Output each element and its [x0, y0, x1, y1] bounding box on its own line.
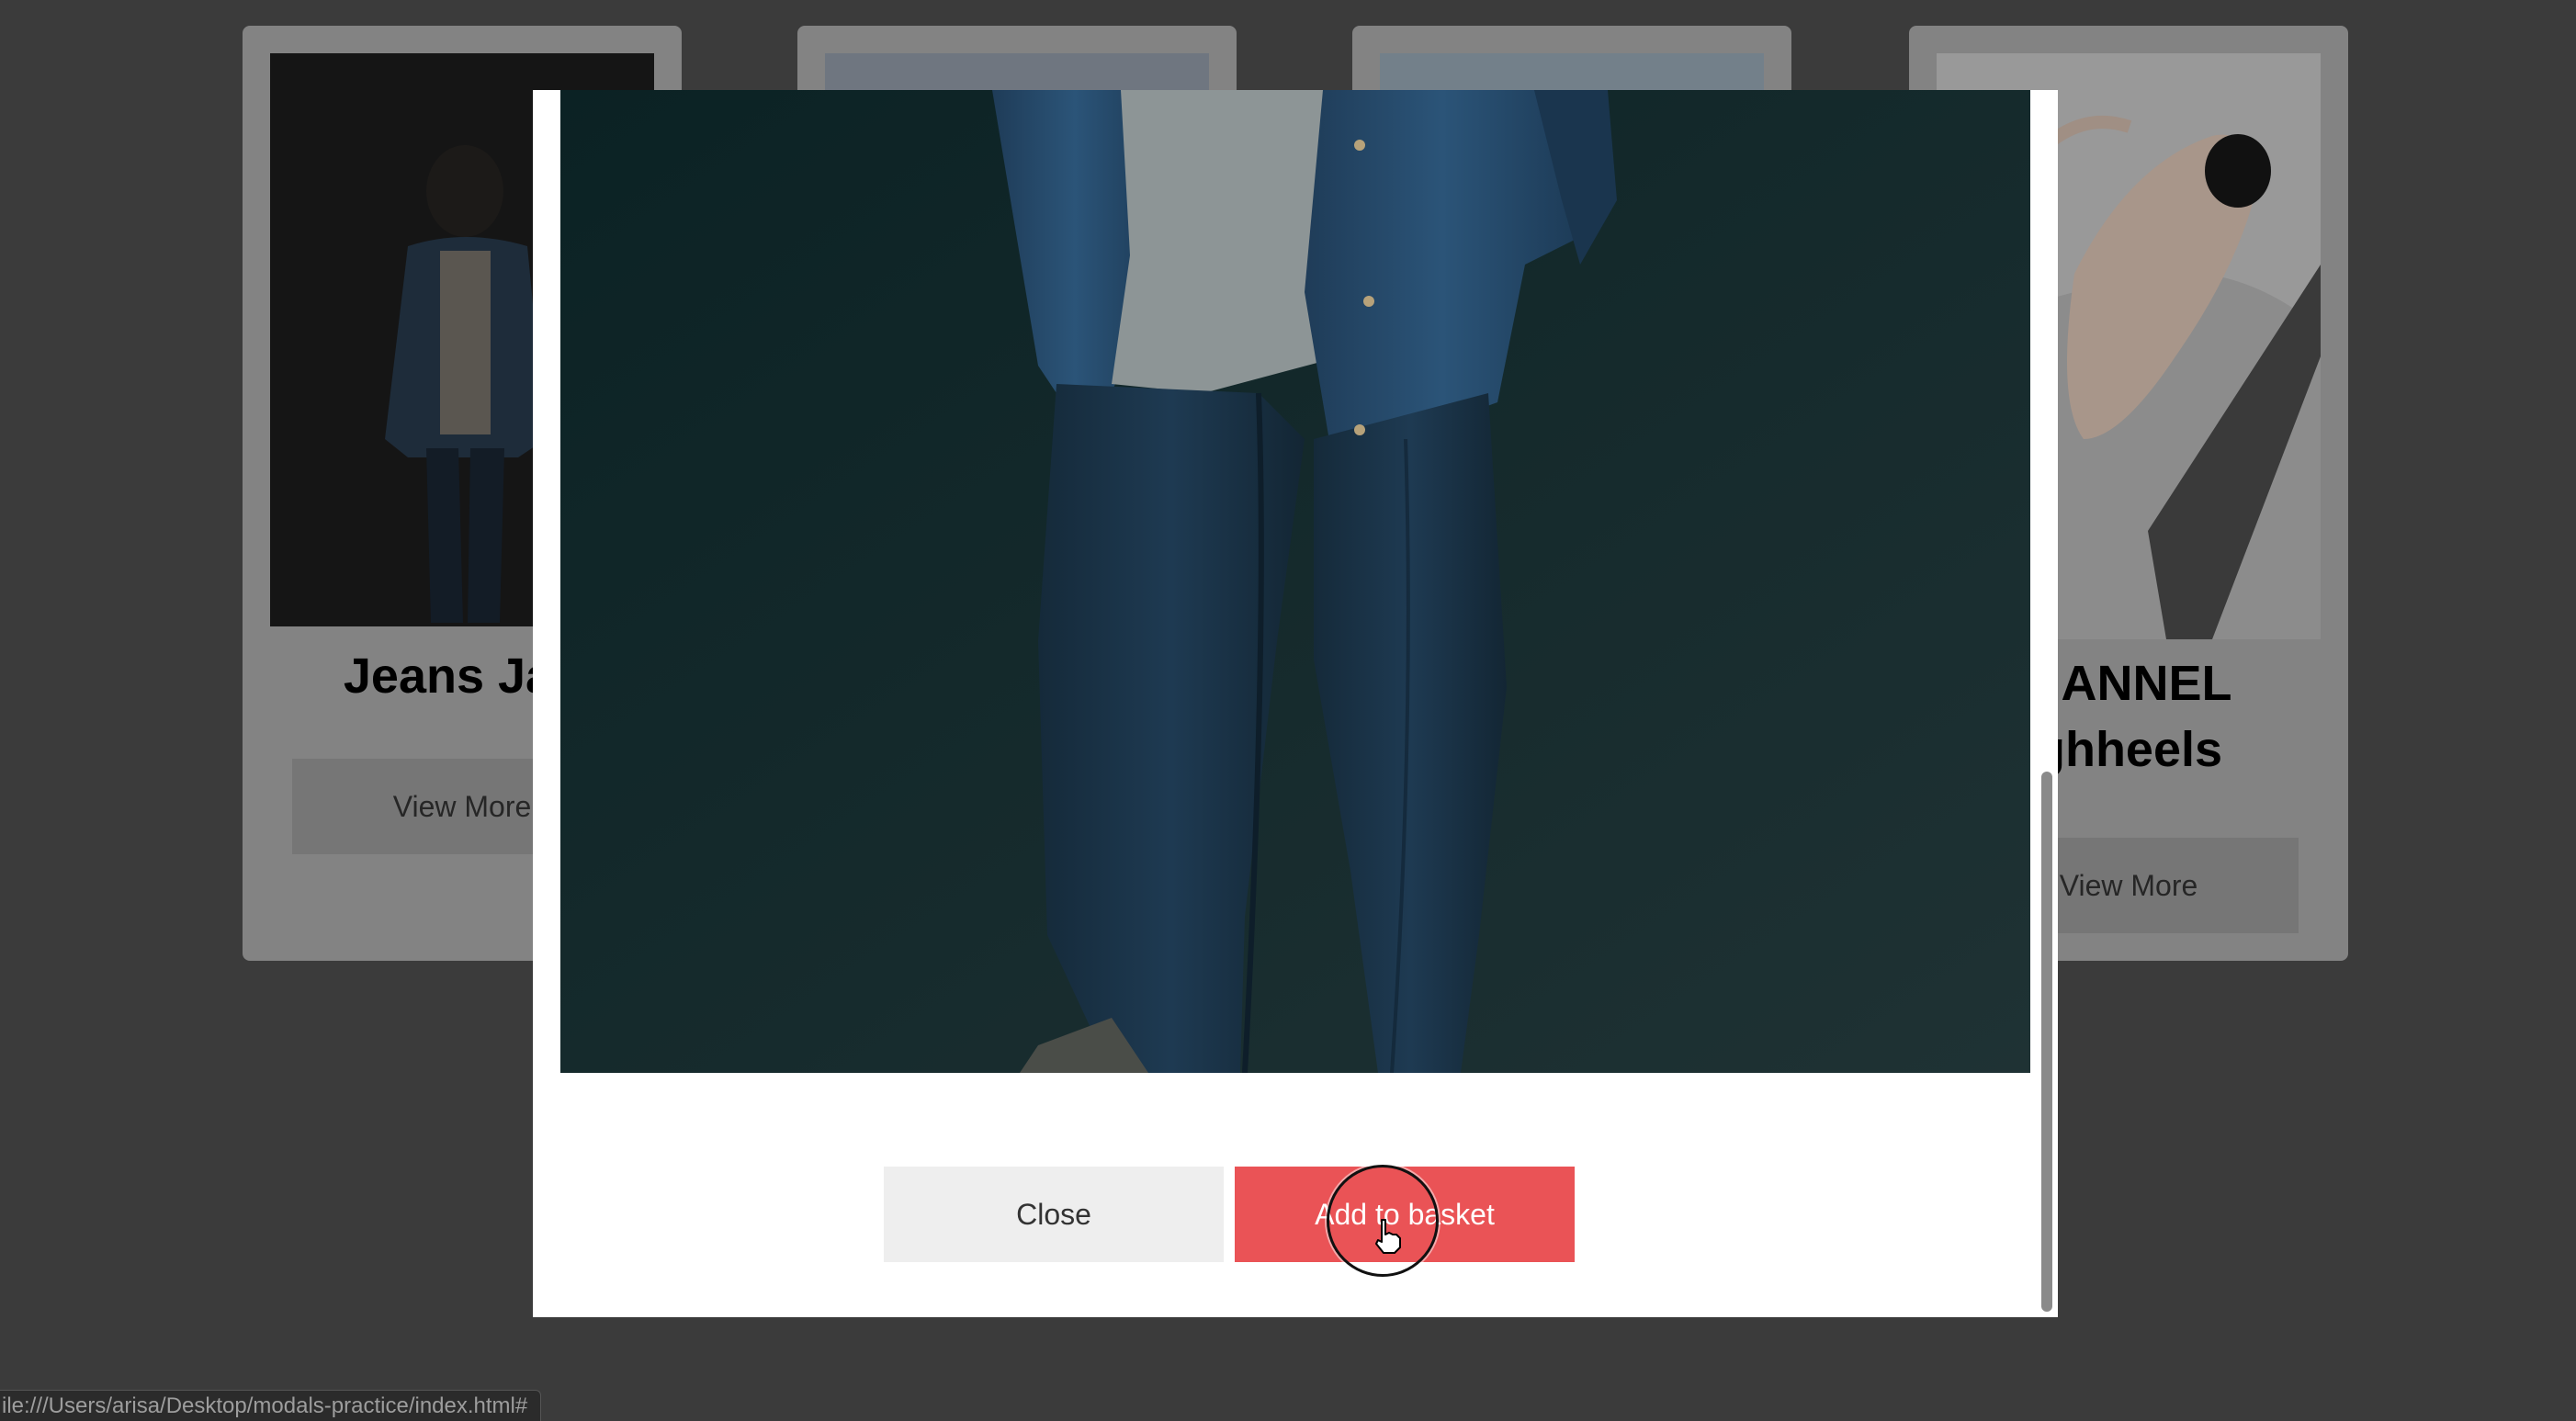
hand-cursor-icon — [1375, 1219, 1401, 1254]
modal-actions: Close Add to basket — [533, 1167, 2058, 1262]
modal-scrollbar-thumb[interactable] — [2041, 772, 2052, 1312]
close-button[interactable]: Close — [884, 1167, 1224, 1262]
product-modal: Close Add to basket — [533, 90, 2058, 1317]
modal-scrollbar[interactable] — [2038, 90, 2054, 1317]
modal-product-image — [560, 90, 2030, 1073]
page: Jeans Jac View More HANNEL ghheels View … — [0, 0, 2576, 1421]
browser-status-bar-url: ile:///Users/arisa/Desktop/modals-practi… — [0, 1390, 542, 1421]
